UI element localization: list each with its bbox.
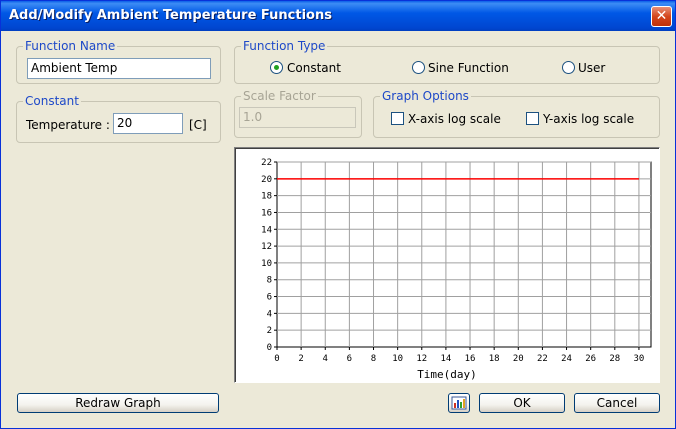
x-tick-label: 0	[274, 354, 279, 364]
chart-icon	[451, 396, 467, 410]
y-tick-label: 12	[261, 242, 272, 252]
user-radio[interactable]	[562, 61, 575, 74]
x-tick-label: 20	[513, 354, 524, 364]
x-tick-label: 18	[489, 354, 500, 364]
y-tick-label: 8	[267, 276, 272, 286]
constant-radio[interactable]	[270, 61, 283, 74]
temperature-label: Temperature :	[26, 118, 110, 132]
x-tick-label: 30	[634, 354, 645, 364]
x-tick-label: 16	[465, 354, 476, 364]
graph-view-button[interactable]	[448, 393, 470, 413]
window-title: Add/Modify Ambient Temperature Functions	[9, 8, 332, 23]
x-tick-label: 10	[392, 354, 403, 364]
dialog-window: Add/Modify Ambient Temperature Functions…	[0, 0, 676, 429]
close-icon: ✕	[655, 8, 668, 24]
y-tick-label: 22	[261, 158, 272, 168]
constant-group-label: Constant	[23, 94, 81, 108]
x-axis-label: Time(day)	[417, 368, 477, 381]
scale-factor-input[interactable]: 1.0	[239, 107, 356, 128]
temperature-chart: 0 2 4 6 8 10 12 14 16 18 20 22 24 26 28 300246810121416…	[261, 158, 652, 381]
sine-function-radio-label[interactable]: Sine Function	[428, 61, 509, 75]
user-radio-label[interactable]: User	[578, 61, 605, 75]
x-tick-label: 6	[347, 354, 352, 364]
temperature-unit: [C]	[189, 118, 207, 132]
plot-area	[276, 161, 652, 348]
y-tick-label: 14	[261, 225, 272, 235]
x-tick-label: 4	[323, 354, 328, 364]
redraw-graph-button[interactable]: Redraw Graph	[17, 393, 219, 413]
y-tick-label: 10	[261, 259, 272, 269]
constant-radio-label[interactable]: Constant	[287, 61, 341, 75]
cancel-button[interactable]: Cancel	[574, 393, 660, 413]
function-name-group-label: Function Name	[23, 39, 118, 53]
graph-options-group-label: Graph Options	[380, 89, 471, 103]
scale-factor-group-label: Scale Factor	[241, 89, 318, 103]
ok-button[interactable]: OK	[479, 393, 565, 413]
x-axis-log-checkbox[interactable]	[391, 112, 404, 125]
sine-function-radio[interactable]	[412, 61, 425, 74]
x-tick-label: 28	[609, 354, 620, 364]
x-tick-label: 26	[585, 354, 596, 364]
function-name-input[interactable]: Ambient Temp	[27, 58, 211, 79]
y-tick-label: 16	[261, 208, 272, 218]
graph-panel: 0 2 4 6 8 10 12 14 16 18 20 22 24 26 28 30 0 2 4 6 8 10 12 14 16…	[234, 147, 660, 383]
y-tick-label: 0	[267, 343, 272, 353]
y-axis-log-checkbox[interactable]	[526, 112, 539, 125]
y-axis-log-label[interactable]: Y-axis log scale	[543, 112, 634, 126]
x-tick-label: 2	[298, 354, 303, 364]
title-bar[interactable]: Add/Modify Ambient Temperature Functions…	[1, 1, 675, 31]
x-axis-log-label[interactable]: X-axis log scale	[408, 112, 501, 126]
x-tick-label: 24	[561, 354, 572, 364]
x-tick-label: 14	[440, 354, 451, 364]
x-tick-label: 8	[371, 354, 376, 364]
y-tick-label: 20	[261, 175, 272, 185]
y-tick-label: 4	[267, 309, 272, 319]
y-tick-label: 18	[261, 192, 272, 202]
function-type-group-label: Function Type	[241, 39, 328, 53]
temperature-input[interactable]: 20	[113, 113, 183, 134]
x-tick-label: 12	[416, 354, 427, 364]
x-tick-label: 22	[537, 354, 548, 364]
close-button[interactable]: ✕	[651, 6, 672, 27]
y-tick-label: 6	[267, 293, 272, 303]
y-tick-label: 2	[267, 326, 272, 336]
